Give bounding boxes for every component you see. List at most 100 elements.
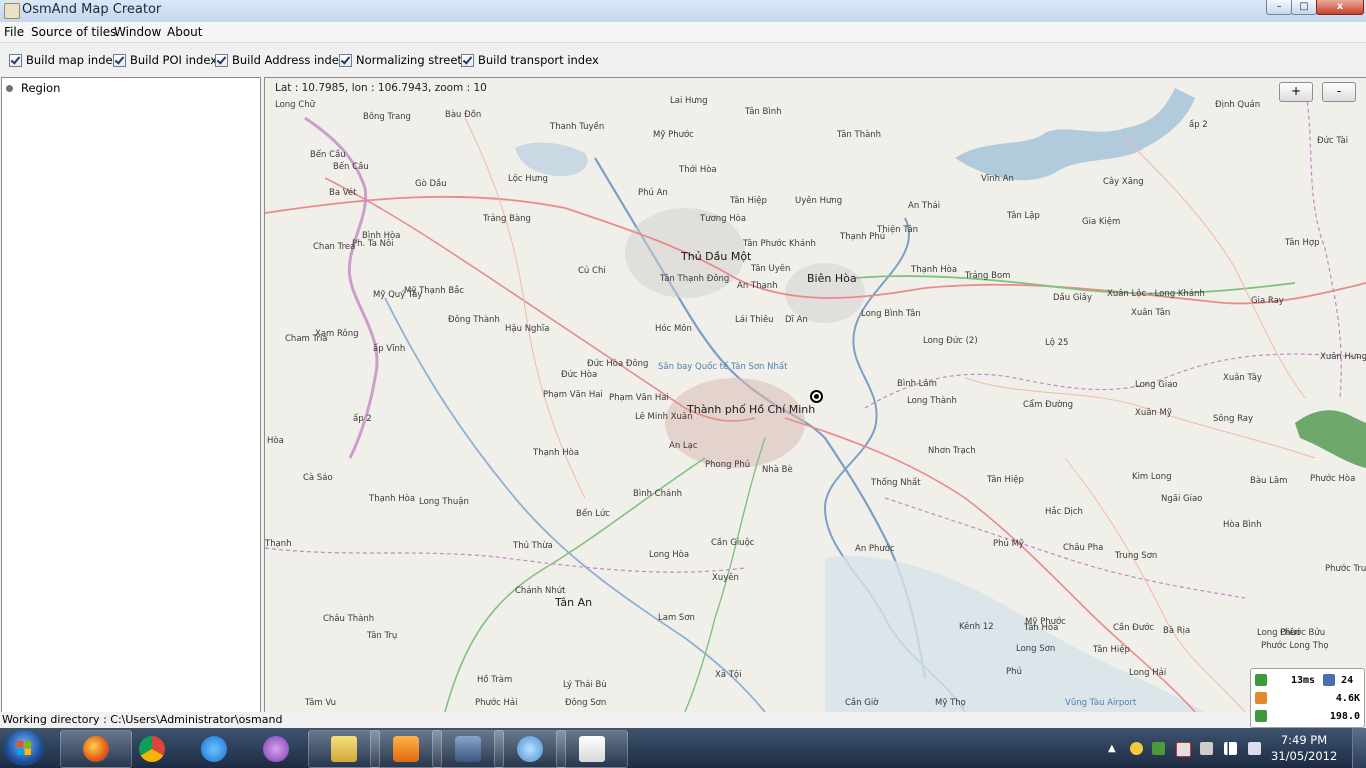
map-place-label: Mỹ Thạnh Bắc bbox=[404, 286, 465, 296]
map-place-label: Xuân Mỹ bbox=[1135, 408, 1172, 418]
minimize-button[interactable]: – bbox=[1266, 0, 1292, 15]
map-place-label: Thới Hòa bbox=[679, 165, 717, 175]
map-place-label: Thủ Dầu Một bbox=[681, 250, 752, 263]
build-map-index-checkbox[interactable]: Build map index bbox=[9, 52, 119, 68]
map-place-label: Gia Kiệm bbox=[1082, 217, 1121, 227]
menu-file[interactable]: File bbox=[4, 25, 24, 39]
upload-value: 198.0 bbox=[1329, 710, 1360, 722]
map-place-label: Thạnh Hòa bbox=[911, 265, 958, 275]
status-bar: Working directory : C:\Users\Administrat… bbox=[0, 712, 1366, 728]
map-place-label: Tân Hiệp bbox=[1093, 645, 1130, 655]
build-address-index-checkbox[interactable]: Build Address index bbox=[215, 52, 345, 68]
map-place-label: Hắc Dịch bbox=[1045, 507, 1083, 517]
map-place-label: Ph. Ta Nôi bbox=[352, 239, 394, 249]
map-place-label: Long Giao bbox=[1135, 380, 1178, 390]
map-place-label: Lam Sơn bbox=[658, 613, 695, 623]
region-tree[interactable]: Region bbox=[1, 77, 261, 713]
map-place-label: Dĩ An bbox=[785, 315, 808, 325]
map-place-label: Bình Chánh bbox=[633, 489, 682, 499]
map-place-label: Tân Hợp bbox=[1285, 238, 1320, 248]
taskbar-java[interactable] bbox=[556, 730, 628, 768]
normalizing-streets-checkbox[interactable]: Normalizing streets bbox=[339, 52, 468, 68]
map-place-label: Mỹ Phước bbox=[653, 130, 694, 140]
windows-logo-icon bbox=[17, 741, 31, 755]
map-place-label: Ba Vét bbox=[329, 188, 357, 198]
clock[interactable]: 7:49 PM 31/05/2012 bbox=[1271, 732, 1337, 764]
network-icon bbox=[455, 736, 481, 762]
latency-value: 13ms bbox=[1291, 674, 1316, 686]
tree-node-icon bbox=[6, 84, 13, 92]
map-place-label: Tân Lập bbox=[1007, 211, 1040, 221]
build-transport-index-checkbox[interactable]: Build transport index bbox=[461, 52, 599, 68]
map-place-label: Long Hải bbox=[1129, 668, 1167, 678]
map-place-label: Đông Thành bbox=[448, 315, 500, 325]
map-place-label: Cần Đước bbox=[1113, 623, 1155, 633]
zoom-in-button[interactable]: + bbox=[1279, 82, 1313, 102]
zoom-out-button[interactable]: - bbox=[1322, 82, 1356, 102]
checkbox-checked[interactable] bbox=[9, 53, 22, 67]
map-place-label: Long Thành bbox=[907, 396, 957, 406]
map-place-label: Long Hòa bbox=[649, 550, 690, 560]
map-place-label: ấp Vĩnh bbox=[373, 344, 406, 354]
map-place-label: Xuân Hưng bbox=[1320, 352, 1366, 362]
checkbox-checked[interactable] bbox=[215, 53, 228, 67]
road-minor-4 bbox=[1124, 137, 1306, 399]
signal-icon[interactable] bbox=[1224, 742, 1237, 755]
map-place-label: Long Sơn bbox=[1016, 644, 1056, 654]
antivirus-tray-icon[interactable] bbox=[1176, 742, 1191, 757]
checkbox-checked[interactable] bbox=[113, 53, 126, 67]
show-hidden-icons-icon[interactable]: ▲ bbox=[1108, 742, 1121, 755]
taskbar-messenger[interactable] bbox=[240, 730, 312, 768]
start-button[interactable] bbox=[4, 730, 44, 766]
map-place-label: Hòa Bình bbox=[1223, 520, 1262, 530]
menu-about[interactable]: About bbox=[167, 25, 202, 39]
checkbox-label: Build map index bbox=[26, 53, 120, 67]
checkbox-checked[interactable] bbox=[461, 53, 474, 67]
map-place-label: Thủ Thừa bbox=[513, 541, 553, 551]
app-tray-icon[interactable] bbox=[1152, 742, 1165, 755]
checkbox-checked[interactable] bbox=[339, 53, 352, 67]
location-marker-icon bbox=[810, 390, 823, 403]
map-place-label: Mỹ Thọ bbox=[935, 698, 966, 708]
map-place-label: Trảng Bom bbox=[965, 271, 1011, 281]
close-button[interactable]: x bbox=[1316, 0, 1364, 15]
show-desktop-button[interactable] bbox=[1352, 728, 1366, 768]
menu-window[interactable]: Window bbox=[114, 25, 161, 39]
checkbox-label: Build POI index bbox=[130, 53, 218, 67]
chat-icon bbox=[517, 736, 543, 762]
map-place-label: Phú bbox=[1006, 667, 1022, 677]
map-place-label: Xam Rông bbox=[315, 329, 359, 339]
menu-source-of-tiles[interactable]: Source of tiles bbox=[31, 25, 116, 39]
build-poi-index-checkbox[interactable]: Build POI index bbox=[113, 52, 217, 68]
map-place-label: Hòa bbox=[267, 436, 284, 446]
map-place-label: Tâm Vu bbox=[305, 698, 337, 708]
map-place-label: Bến Lức bbox=[576, 509, 610, 519]
map-place-label: Đức Hòa bbox=[561, 370, 598, 380]
forest-patch bbox=[1295, 410, 1366, 468]
map-place-label: Trảng Bàng bbox=[483, 214, 531, 224]
map-place-label: Kênh 12 bbox=[959, 622, 994, 632]
map-place-label: Cà Sáo bbox=[303, 473, 333, 483]
download-icon bbox=[1255, 692, 1267, 704]
map-place-label: Lái Thiêu bbox=[735, 315, 774, 325]
devices-tray-icon[interactable] bbox=[1200, 742, 1213, 755]
map-place-label: Lộ 25 bbox=[1045, 338, 1069, 348]
tree-node-region[interactable]: Region bbox=[6, 81, 60, 95]
map-place-label: Tân Thạnh Đông bbox=[660, 274, 730, 284]
map-place-label: Xuân Tây bbox=[1223, 373, 1262, 383]
urban-hcmc bbox=[665, 378, 805, 468]
map-place-label: Bàu Đồn bbox=[445, 110, 482, 120]
map-view[interactable]: Lat : 10.7985, lon : 106.7943, zoom : 10… bbox=[264, 77, 1366, 713]
map-place-label: Chánh Nhứt bbox=[515, 586, 566, 596]
map-place-label: Long Thuận bbox=[419, 497, 469, 507]
maximize-button[interactable]: □ bbox=[1291, 0, 1317, 15]
map-place-label: Gia Ray bbox=[1251, 296, 1284, 306]
map-place-label: Kim Long bbox=[1132, 472, 1172, 482]
volume-icon[interactable] bbox=[1248, 742, 1261, 755]
java-icon bbox=[579, 736, 605, 762]
checkbox-label: Build transport index bbox=[478, 53, 599, 67]
map-place-label: Thạnh bbox=[265, 539, 292, 549]
lake-dau-tieng bbox=[515, 142, 588, 177]
map-place-label: Phước Trung bbox=[1325, 564, 1366, 574]
messenger-tray-icon[interactable] bbox=[1130, 742, 1143, 755]
